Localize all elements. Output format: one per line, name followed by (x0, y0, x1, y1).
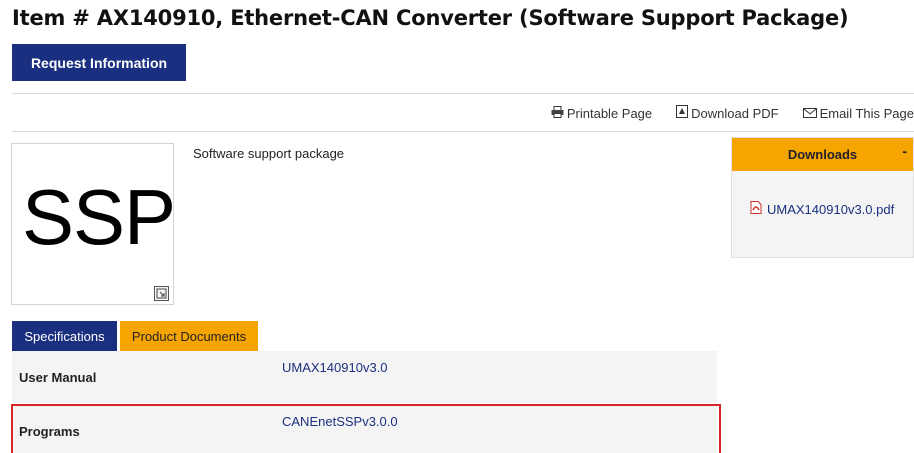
download-file-link[interactable]: UMAX140910v3.0.pdf (750, 201, 894, 217)
printer-icon (551, 105, 567, 121)
product-image-text: SSP (22, 173, 176, 261)
printable-page-label: Printable Page (566, 105, 653, 121)
documents-table: User Manual UMAX140910v3.0 Programs CANE… (12, 351, 717, 453)
download-pdf-label: Download PDF (691, 105, 779, 121)
downloads-header[interactable]: Downloads - (732, 138, 913, 171)
page-toolbar: Printable Page Download PDF Email This P… (527, 104, 914, 122)
envelope-icon (802, 106, 820, 121)
collapse-icon[interactable]: - (902, 143, 907, 159)
product-image[interactable]: SSP (11, 143, 176, 305)
download-pdf-link[interactable]: Download PDF (676, 105, 779, 121)
tab-specifications[interactable]: Specifications (12, 321, 117, 352)
document-link[interactable]: CANEnetSSPv3.0.0 (282, 414, 398, 429)
pdf-icon (750, 201, 767, 217)
email-page-label: Email This Page (819, 105, 914, 121)
table-row: User Manual UMAX140910v3.0 (12, 351, 717, 403)
tab-product-documents[interactable]: Product Documents (120, 321, 258, 352)
download-file-name: UMAX140910v3.0.pdf (767, 201, 895, 217)
downloads-heading: Downloads (787, 147, 858, 162)
email-page-link[interactable]: Email This Page (802, 105, 914, 121)
request-information-button[interactable]: Request Information (12, 44, 186, 81)
document-type-label: Programs (19, 424, 80, 439)
printable-page-link[interactable]: Printable Page (551, 105, 653, 121)
divider (12, 131, 914, 132)
pdf-file-icon (676, 105, 691, 121)
divider (12, 93, 914, 94)
downloads-panel: Downloads - UMAX140910v3.0.pdf (731, 137, 914, 258)
table-row: Programs CANEnetSSPv3.0.0 (12, 405, 717, 453)
document-link[interactable]: UMAX140910v3.0 (282, 360, 388, 375)
page-title: Item # AX140910, Ethernet-CAN Converter … (12, 6, 849, 30)
document-type-label: User Manual (19, 370, 97, 385)
product-description: Software support package (193, 146, 345, 161)
expand-image-icon[interactable] (154, 286, 169, 301)
